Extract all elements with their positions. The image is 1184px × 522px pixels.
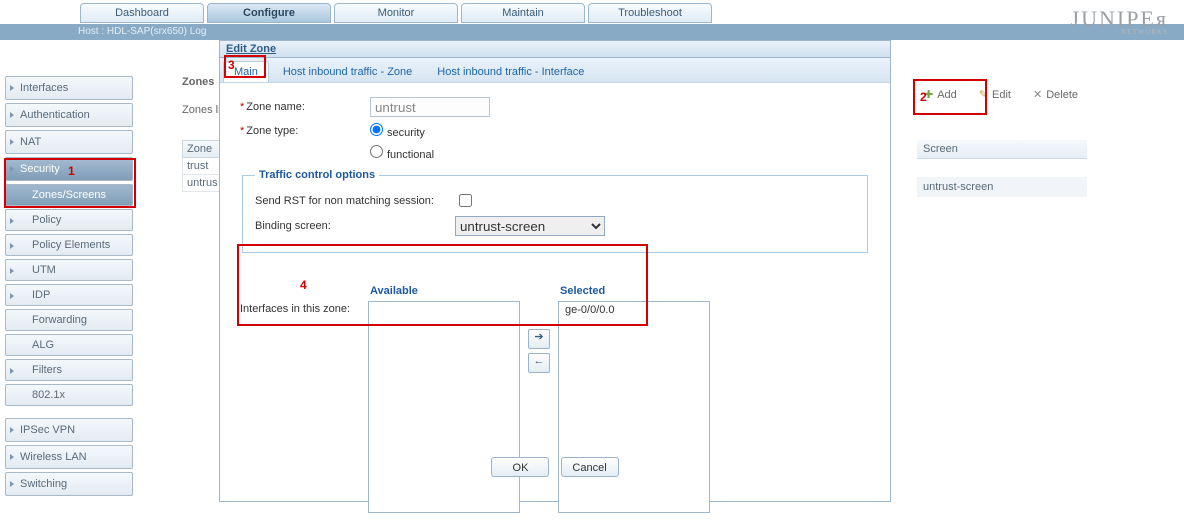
add-label: Add	[937, 84, 957, 106]
selected-item[interactable]: ge-0/0/0.0	[559, 302, 709, 318]
dialog-title: Edit Zone	[220, 41, 890, 58]
edit-icon: ✎	[979, 84, 988, 106]
screen-col-value[interactable]: untrust-screen	[917, 177, 1087, 197]
annotation-num-4: 4	[300, 278, 307, 292]
radio-security[interactable]: security	[370, 123, 425, 139]
selected-header: Selected	[560, 285, 605, 297]
move-left-button[interactable]: ←	[528, 353, 550, 373]
sidebar-item-zones-screens[interactable]: Zones/Screens	[5, 184, 133, 206]
sidebar-item-dot1x[interactable]: 802.1x	[5, 384, 133, 406]
zones-column: Zone trust untrus	[182, 140, 222, 192]
traffic-control-legend: Traffic control options	[255, 169, 379, 181]
sidebar-item-nat[interactable]: NAT	[5, 130, 133, 154]
available-header: Available	[370, 285, 418, 297]
radio-functional[interactable]: functional	[370, 145, 434, 161]
radio-functional-input[interactable]	[370, 145, 383, 158]
zone-row[interactable]: untrus	[182, 175, 222, 192]
annotation-num-3: 3	[228, 58, 235, 72]
sidebar-item-switching[interactable]: Switching	[5, 472, 133, 496]
arrow-left-icon: ←	[534, 355, 545, 367]
sidebar-item-filters[interactable]: Filters	[5, 359, 133, 381]
sidebar-item-utm[interactable]: UTM	[5, 259, 133, 281]
sidebar: Interfaces Authentication NAT Security Z…	[5, 76, 133, 499]
annotation-num-1: 1	[68, 164, 75, 178]
dialog-tab-iface[interactable]: Host inbound traffic - Interface	[426, 61, 595, 82]
sidebar-item-wireless-lan[interactable]: Wireless LAN	[5, 445, 133, 469]
delete-icon: ✕	[1033, 84, 1042, 106]
zone-type-label: *Zone type:	[240, 125, 370, 137]
dialog-tabs: Main Host inbound traffic - Zone Host in…	[220, 58, 890, 83]
dialog-body: *Zone name: *Zone type: security functio…	[220, 83, 890, 485]
sidebar-item-idp[interactable]: IDP	[5, 284, 133, 306]
edit-button[interactable]: ✎ Edit	[971, 84, 1019, 106]
edit-label: Edit	[992, 84, 1011, 106]
send-rst-checkbox[interactable]	[459, 194, 472, 207]
screen-col-header: Screen	[917, 140, 1087, 159]
dialog-tab-zone[interactable]: Host inbound traffic - Zone	[272, 61, 423, 82]
interfaces-in-zone-label: Interfaces in this zone:	[240, 301, 360, 315]
binding-screen-select[interactable]: untrust-screen	[455, 216, 605, 236]
top-tabbar: Dashboard Configure Monitor Maintain Tro…	[0, 3, 1184, 25]
zone-row[interactable]: trust	[182, 158, 222, 175]
host-label: Host : HDL-SAP(srx650) Log	[78, 24, 206, 40]
send-rst-label: Send RST for non matching session:	[255, 195, 455, 207]
delete-button[interactable]: ✕ Delete	[1025, 84, 1086, 106]
sidebar-item-alg[interactable]: ALG	[5, 334, 133, 356]
sidebar-item-policy[interactable]: Policy	[5, 209, 133, 231]
ok-button[interactable]: OK	[491, 457, 549, 477]
traffic-control-fieldset: Traffic control options Send RST for non…	[242, 169, 868, 253]
tab-maintain[interactable]: Maintain	[461, 3, 585, 23]
tab-configure[interactable]: Configure	[207, 3, 331, 23]
radio-security-input[interactable]	[370, 123, 383, 136]
tab-monitor[interactable]: Monitor	[334, 3, 458, 23]
edit-zone-dialog: Edit Zone Main Host inbound traffic - Zo…	[219, 40, 891, 502]
cancel-button[interactable]: Cancel	[561, 457, 619, 477]
brand-logo: JUNIPEᴙ NETWORKS	[1071, 6, 1168, 36]
zone-name-label: *Zone name:	[240, 101, 370, 113]
screen-column: Screen untrust-screen	[917, 140, 1087, 197]
tab-dashboard[interactable]: Dashboard	[80, 3, 204, 23]
sidebar-item-ipsec-vpn[interactable]: IPSec VPN	[5, 418, 133, 442]
zones-list-label: Zones li	[182, 104, 221, 116]
binding-screen-label: Binding screen:	[255, 220, 455, 232]
sidebar-item-authentication[interactable]: Authentication	[5, 103, 133, 127]
action-bar: ✚ Add ✎ Edit ✕ Delete	[916, 84, 1086, 106]
tab-troubleshoot[interactable]: Troubleshoot	[588, 3, 712, 23]
available-list[interactable]	[368, 301, 520, 513]
annotation-num-2: 2	[920, 90, 927, 104]
delete-label: Delete	[1046, 84, 1078, 106]
sidebar-item-interfaces[interactable]: Interfaces	[5, 76, 133, 100]
sidebar-item-forwarding[interactable]: Forwarding	[5, 309, 133, 331]
zone-name-input[interactable]	[370, 97, 490, 117]
zones-heading: Zones	[182, 76, 214, 88]
arrow-right-icon: ➔	[534, 331, 543, 343]
selected-list[interactable]: ge-0/0/0.0	[558, 301, 710, 513]
zone-col-header: Zone	[182, 140, 222, 158]
move-right-button[interactable]: ➔	[528, 329, 550, 349]
sidebar-item-policy-elements[interactable]: Policy Elements	[5, 234, 133, 256]
host-strip: Host : HDL-SAP(srx650) Log	[0, 24, 1184, 40]
